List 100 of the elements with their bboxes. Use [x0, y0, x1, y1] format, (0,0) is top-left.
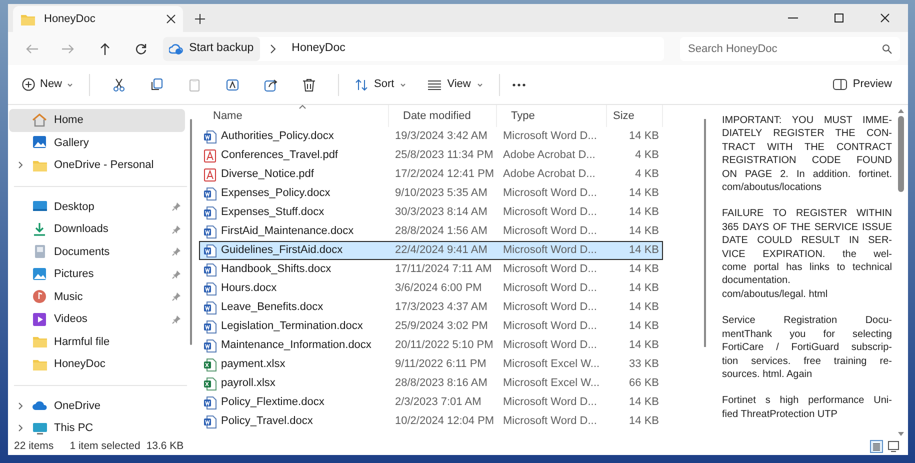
file-name: FirstAid_Maintenance.docx	[221, 224, 354, 240]
pin-icon[interactable]	[172, 314, 181, 324]
sidebar-item[interactable]: Videos	[9, 308, 185, 330]
file-row[interactable]: Expenses_Policy.docx 9/10/2023 5:35 AM Microsoft Word D... 14 KB	[199, 184, 663, 203]
file-row[interactable]: Policy_Flextime.docx 2/3/2023 7:01 AM Microsoft Word D... 14 KB	[199, 393, 663, 412]
close-icon[interactable]	[880, 13, 890, 23]
file-name: Policy_Travel.docx	[221, 414, 313, 430]
file-row[interactable]: Conferences_Travel.pdf 25/8/2023 11:34 PM Adobe Acrobat D... 4 KB	[199, 146, 663, 165]
window-tab[interactable]: HoneyDoc	[13, 6, 183, 32]
pin-icon[interactable]	[172, 202, 181, 212]
address-bar[interactable]: Start backup HoneyDoc	[163, 36, 664, 60]
plus-icon[interactable]	[195, 14, 205, 24]
type-cell-text: Microsoft Excel W...	[502, 357, 601, 372]
music-note-icon	[32, 289, 47, 304]
sidebar-item[interactable]: Downloads	[9, 218, 185, 240]
folder-icon	[32, 334, 47, 350]
scroll-up-icon[interactable]	[898, 109, 904, 113]
item-count: 22 items	[14, 438, 54, 454]
sidebar-item[interactable]: Documents	[9, 240, 185, 263]
sidebar-item[interactable]: Home	[9, 109, 185, 132]
file-row[interactable]: Authorities_Policy.docx 19/3/2024 3:42 AM Microsoft Word D... 14 KB	[199, 127, 663, 146]
cut-icon[interactable]	[112, 78, 126, 92]
chevron-right-icon[interactable]	[18, 402, 22, 410]
selection-size: 13.6 KB	[146, 438, 184, 454]
pin-icon[interactable]	[172, 270, 181, 279]
view-button[interactable]: View	[424, 70, 487, 98]
size-cell-text: 14 KB	[628, 186, 660, 202]
sort-button[interactable]: Sort	[351, 70, 410, 98]
type-cell-text: Adobe Acrobat D...	[502, 148, 596, 164]
word-document-icon	[203, 224, 217, 238]
chevron-right-icon[interactable]	[18, 424, 22, 432]
file-row[interactable]: Hours.docx 3/6/2024 6:00 PM Microsoft Word D... 14 KB	[199, 279, 663, 298]
scrollbar-thumb[interactable]	[190, 119, 192, 345]
plus-circle-icon	[22, 78, 35, 91]
sidebar-item[interactable]: OneDrive	[9, 394, 185, 417]
pin-icon[interactable]	[172, 292, 181, 302]
breadcrumb[interactable]: Start backup	[163, 36, 260, 60]
chevron-right-icon[interactable]	[18, 161, 22, 170]
maximize-icon[interactable]	[834, 13, 844, 23]
column-header[interactable]: Name	[199, 105, 389, 127]
file-row[interactable]: Maintenance_Information.docx 20/11/2022 5:10 PM Microsoft Word D... 14 KB	[199, 336, 663, 355]
file-row[interactable]: Leave_Benefits.docx 17/3/2023 4:37 AM Microsoft Word D... 14 KB	[199, 298, 663, 317]
scroll-down-icon[interactable]	[898, 432, 904, 436]
type-cell-text: Microsoft Word D...	[502, 414, 598, 430]
download-icon	[32, 222, 47, 237]
date-cell-text: 30/3/2023 8:14 AM	[394, 205, 488, 220]
share-icon[interactable]	[264, 78, 278, 92]
sidebar-item[interactable]: Harmful file	[9, 330, 185, 353]
size-cell-text: 14 KB	[628, 281, 660, 296]
file-row[interactable]: Handbook_Shifts.docx 17/11/2024 7:11 AM Microsoft Word D... 14 KB	[199, 260, 663, 279]
sidebar-item[interactable]: Gallery	[9, 132, 185, 154]
file-name: Handbook_Shifts.docx	[221, 262, 332, 278]
refresh-icon[interactable]	[134, 42, 147, 54]
scrollbar-thumb[interactable]	[898, 116, 904, 192]
pin-icon[interactable]	[172, 224, 181, 234]
sidebar-item[interactable]: Music	[9, 286, 185, 308]
date-cell-text: 28/8/2024 1:56 AM	[394, 224, 488, 240]
trash-icon[interactable]	[302, 78, 316, 92]
sidebar-item[interactable]: HoneyDoc	[9, 353, 185, 376]
word-document-icon	[203, 206, 217, 220]
file-name: Expenses_Stuff.docx	[221, 205, 324, 220]
column-header[interactable]: Size	[607, 105, 663, 127]
search-field[interactable]: Search HoneyDoc	[680, 36, 900, 60]
close-icon[interactable]	[166, 14, 176, 24]
sidebar-item[interactable]: This PC	[9, 417, 185, 440]
copy-icon[interactable]	[150, 78, 164, 92]
file-row[interactable]: Diverse_Notice.pdf 17/2/2024 12:41 PM Adobe Acrobat D... 4 KB	[199, 165, 663, 184]
date-cell-text: 10/2/2024 12:04 PM	[394, 414, 496, 430]
word-document-icon	[203, 262, 217, 276]
sidebar-item[interactable]: Desktop	[9, 196, 185, 218]
breadcrumb[interactable]: HoneyDoc	[286, 36, 352, 60]
column-header[interactable]: Type	[497, 105, 607, 127]
sidebar-item[interactable]: Pictures	[9, 263, 185, 286]
file-row[interactable]: payroll.xlsx 28/8/2023 8:16 AM Microsoft Excel W... 66 KB	[199, 374, 663, 393]
rename-icon[interactable]	[226, 78, 240, 92]
computer-icon	[32, 420, 47, 436]
preview-button[interactable]: Preview	[826, 70, 898, 98]
new-button[interactable]: New	[18, 70, 78, 98]
more-options-icon[interactable]	[512, 82, 526, 86]
date-cell-text: 20/11/2022 5:10 PM	[394, 338, 494, 354]
file-row[interactable]: Expenses_Stuff.docx 30/3/2023 8:14 AM Microsoft Word D... 14 KB	[199, 203, 663, 222]
date-cell-text: 28/8/2023 8:16 AM	[394, 376, 488, 392]
file-row[interactable]: Legislation_Termination.docx 25/9/2024 3:02 PM Microsoft Word D... 14 KB	[199, 317, 663, 336]
file-row[interactable]: FirstAid_Maintenance.docx 28/8/2024 1:56 AM Microsoft Word D... 14 KB	[199, 222, 663, 241]
size-cell-text: 14 KB	[628, 205, 660, 220]
spreadsheet-icon	[203, 358, 217, 372]
file-row[interactable]: Policy_Travel.docx 10/2/2024 12:04 PM Microsoft Word D... 14 KB	[199, 412, 663, 431]
sidebar-item[interactable]: OneDrive - Personal	[9, 154, 185, 176]
list-lines-icon	[428, 80, 442, 90]
selection-status: 1 item selected	[70, 438, 140, 454]
type-cell-text: Microsoft Word D...	[502, 205, 598, 220]
file-row[interactable]: payment.xlsx 9/11/2022 6:11 PM Microsoft Excel W... 33 KB	[199, 355, 663, 374]
up-arrow-icon[interactable]	[98, 42, 111, 54]
type-cell-text: Microsoft Word D...	[502, 281, 598, 296]
tiles-view-icon[interactable]	[887, 440, 900, 453]
details-view-icon[interactable]	[870, 440, 883, 453]
column-header[interactable]: Date modified	[389, 105, 497, 127]
file-row[interactable]: Guidelines_FirstAid.docx 22/4/2024 9:41 AM Microsoft Word D... 14 KB	[199, 241, 663, 260]
pin-icon[interactable]	[172, 247, 181, 256]
home-icon	[32, 112, 47, 128]
